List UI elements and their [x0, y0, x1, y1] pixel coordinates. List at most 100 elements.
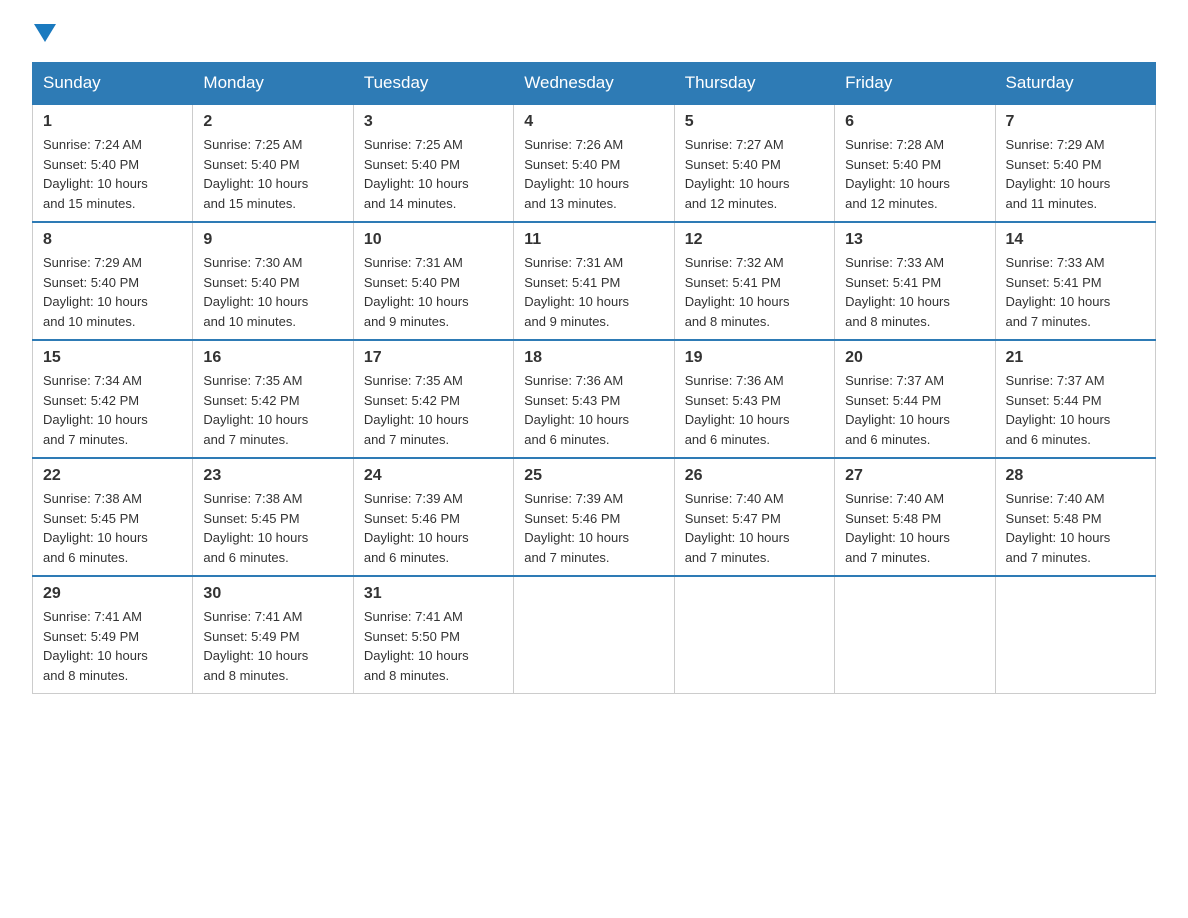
calendar-cell: 17 Sunrise: 7:35 AMSunset: 5:42 PMDayligh… — [353, 340, 513, 458]
day-info: Sunrise: 7:33 AMSunset: 5:41 PMDaylight:… — [1006, 253, 1145, 331]
calendar-week-row: 8Sunrise: 7:29 AMSunset: 5:40 PMDaylight… — [33, 222, 1156, 340]
day-info: Sunrise: 7:37 AMSunset: 5:44 PMDaylight:… — [845, 371, 984, 449]
day-number: 27 — [845, 467, 984, 485]
day-info: Sunrise: 7:36 AMSunset: 5:43 PMDaylight:… — [685, 371, 824, 449]
calendar-cell: 7Sunrise: 7:29 AMSunset: 5:40 PMDaylight… — [995, 104, 1155, 222]
day-info: Sunrise: 7:35 AMSunset: 5:42 PMDaylight:… — [364, 371, 503, 449]
day-info: Sunrise: 7:39 AMSunset: 5:46 PMDaylight:… — [364, 489, 503, 567]
day-number: 16 — [203, 349, 342, 367]
calendar-cell: 30 Sunrise: 7:41 AMSunset: 5:49 PMDayligh… — [193, 576, 353, 694]
day-number: 28 — [1006, 467, 1145, 485]
calendar-header-monday: Monday — [193, 63, 353, 105]
calendar-cell — [835, 576, 995, 694]
day-number: 23 — [203, 467, 342, 485]
calendar-cell: 12 Sunrise: 7:32 AMSunset: 5:41 PMDayligh… — [674, 222, 834, 340]
day-number: 9 — [203, 231, 342, 249]
calendar-cell: 31Sunrise: 7:41 AMSunset: 5:50 PMDayligh… — [353, 576, 513, 694]
day-info: Sunrise: 7:33 AMSunset: 5:41 PMDaylight:… — [845, 253, 984, 331]
day-number: 11 — [524, 231, 663, 249]
calendar-header-tuesday: Tuesday — [353, 63, 513, 105]
calendar-cell: 9 Sunrise: 7:30 AMSunset: 5:40 PMDaylight… — [193, 222, 353, 340]
day-info: Sunrise: 7:40 AMSunset: 5:48 PMDaylight:… — [1006, 489, 1145, 567]
day-info: Sunrise: 7:40 AMSunset: 5:48 PMDaylight:… — [845, 489, 984, 567]
calendar-cell: 8Sunrise: 7:29 AMSunset: 5:40 PMDaylight… — [33, 222, 193, 340]
calendar-cell: 2 Sunrise: 7:25 AMSunset: 5:40 PMDaylight… — [193, 104, 353, 222]
calendar-cell: 14 Sunrise: 7:33 AMSunset: 5:41 PMDayligh… — [995, 222, 1155, 340]
day-number: 26 — [685, 467, 824, 485]
calendar-cell: 18Sunrise: 7:36 AMSunset: 5:43 PMDayligh… — [514, 340, 674, 458]
day-number: 18 — [524, 349, 663, 367]
calendar-week-row: 15 Sunrise: 7:34 AMSunset: 5:42 PMDayligh… — [33, 340, 1156, 458]
day-info: Sunrise: 7:31 AMSunset: 5:40 PMDaylight:… — [364, 253, 503, 331]
logo-triangle-icon — [34, 24, 56, 42]
calendar-body: 1 Sunrise: 7:24 AMSunset: 5:40 PMDaylight… — [33, 104, 1156, 694]
calendar-cell — [995, 576, 1155, 694]
day-info: Sunrise: 7:25 AMSunset: 5:40 PMDaylight:… — [364, 135, 503, 213]
calendar-cell: 11 Sunrise: 7:31 AMSunset: 5:41 PMDayligh… — [514, 222, 674, 340]
calendar-cell: 25Sunrise: 7:39 AMSunset: 5:46 PMDayligh… — [514, 458, 674, 576]
day-number: 3 — [364, 113, 503, 131]
calendar-cell: 10 Sunrise: 7:31 AMSunset: 5:40 PMDayligh… — [353, 222, 513, 340]
calendar-cell: 5Sunrise: 7:27 AMSunset: 5:40 PMDaylight… — [674, 104, 834, 222]
calendar-header-thursday: Thursday — [674, 63, 834, 105]
calendar-cell: 21 Sunrise: 7:37 AMSunset: 5:44 PMDayligh… — [995, 340, 1155, 458]
day-info: Sunrise: 7:24 AMSunset: 5:40 PMDaylight:… — [43, 135, 182, 213]
calendar-header: SundayMondayTuesdayWednesdayThursdayFrid… — [33, 63, 1156, 105]
day-number: 29 — [43, 585, 182, 603]
calendar-cell: 16Sunrise: 7:35 AMSunset: 5:42 PMDayligh… — [193, 340, 353, 458]
day-info: Sunrise: 7:40 AMSunset: 5:47 PMDaylight:… — [685, 489, 824, 567]
day-info: Sunrise: 7:37 AMSunset: 5:44 PMDaylight:… — [1006, 371, 1145, 449]
calendar-cell: 23Sunrise: 7:38 AMSunset: 5:45 PMDayligh… — [193, 458, 353, 576]
calendar-cell: 22 Sunrise: 7:38 AMSunset: 5:45 PMDayligh… — [33, 458, 193, 576]
calendar-cell: 26 Sunrise: 7:40 AMSunset: 5:47 PMDayligh… — [674, 458, 834, 576]
day-info: Sunrise: 7:29 AMSunset: 5:40 PMDaylight:… — [43, 253, 182, 331]
calendar-cell: 3 Sunrise: 7:25 AMSunset: 5:40 PMDaylight… — [353, 104, 513, 222]
calendar-cell: 29 Sunrise: 7:41 AMSunset: 5:49 PMDayligh… — [33, 576, 193, 694]
calendar-header-row: SundayMondayTuesdayWednesdayThursdayFrid… — [33, 63, 1156, 105]
calendar-cell: 20 Sunrise: 7:37 AMSunset: 5:44 PMDayligh… — [835, 340, 995, 458]
calendar-header-saturday: Saturday — [995, 63, 1155, 105]
day-number: 14 — [1006, 231, 1145, 249]
day-info: Sunrise: 7:41 AMSunset: 5:49 PMDaylight:… — [203, 607, 342, 685]
calendar-cell — [514, 576, 674, 694]
logo — [32, 24, 56, 44]
day-info: Sunrise: 7:41 AMSunset: 5:49 PMDaylight:… — [43, 607, 182, 685]
calendar-cell: 1 Sunrise: 7:24 AMSunset: 5:40 PMDaylight… — [33, 104, 193, 222]
calendar-cell: 15 Sunrise: 7:34 AMSunset: 5:42 PMDayligh… — [33, 340, 193, 458]
day-number: 4 — [524, 113, 663, 131]
day-info: Sunrise: 7:32 AMSunset: 5:41 PMDaylight:… — [685, 253, 824, 331]
calendar-table: SundayMondayTuesdayWednesdayThursdayFrid… — [32, 62, 1156, 694]
day-number: 6 — [845, 113, 984, 131]
day-info: Sunrise: 7:39 AMSunset: 5:46 PMDaylight:… — [524, 489, 663, 567]
day-number: 22 — [43, 467, 182, 485]
day-info: Sunrise: 7:38 AMSunset: 5:45 PMDaylight:… — [43, 489, 182, 567]
day-number: 21 — [1006, 349, 1145, 367]
calendar-week-row: 29 Sunrise: 7:41 AMSunset: 5:49 PMDayligh… — [33, 576, 1156, 694]
page-header — [32, 24, 1156, 44]
day-number: 2 — [203, 113, 342, 131]
calendar-cell: 28 Sunrise: 7:40 AMSunset: 5:48 PMDayligh… — [995, 458, 1155, 576]
calendar-week-row: 22 Sunrise: 7:38 AMSunset: 5:45 PMDayligh… — [33, 458, 1156, 576]
day-number: 24 — [364, 467, 503, 485]
day-number: 17 — [364, 349, 503, 367]
day-number: 10 — [364, 231, 503, 249]
day-info: Sunrise: 7:28 AMSunset: 5:40 PMDaylight:… — [845, 135, 984, 213]
day-number: 15 — [43, 349, 182, 367]
day-info: Sunrise: 7:31 AMSunset: 5:41 PMDaylight:… — [524, 253, 663, 331]
day-number: 30 — [203, 585, 342, 603]
calendar-cell: 4Sunrise: 7:26 AMSunset: 5:40 PMDaylight… — [514, 104, 674, 222]
day-info: Sunrise: 7:25 AMSunset: 5:40 PMDaylight:… — [203, 135, 342, 213]
calendar-week-row: 1 Sunrise: 7:24 AMSunset: 5:40 PMDaylight… — [33, 104, 1156, 222]
day-number: 13 — [845, 231, 984, 249]
day-info: Sunrise: 7:30 AMSunset: 5:40 PMDaylight:… — [203, 253, 342, 331]
day-number: 20 — [845, 349, 984, 367]
day-info: Sunrise: 7:34 AMSunset: 5:42 PMDaylight:… — [43, 371, 182, 449]
day-number: 1 — [43, 113, 182, 131]
calendar-cell: 19 Sunrise: 7:36 AMSunset: 5:43 PMDayligh… — [674, 340, 834, 458]
day-info: Sunrise: 7:29 AMSunset: 5:40 PMDaylight:… — [1006, 135, 1145, 213]
day-number: 12 — [685, 231, 824, 249]
day-number: 19 — [685, 349, 824, 367]
day-number: 5 — [685, 113, 824, 131]
calendar-cell: 27 Sunrise: 7:40 AMSunset: 5:48 PMDayligh… — [835, 458, 995, 576]
day-info: Sunrise: 7:41 AMSunset: 5:50 PMDaylight:… — [364, 607, 503, 685]
